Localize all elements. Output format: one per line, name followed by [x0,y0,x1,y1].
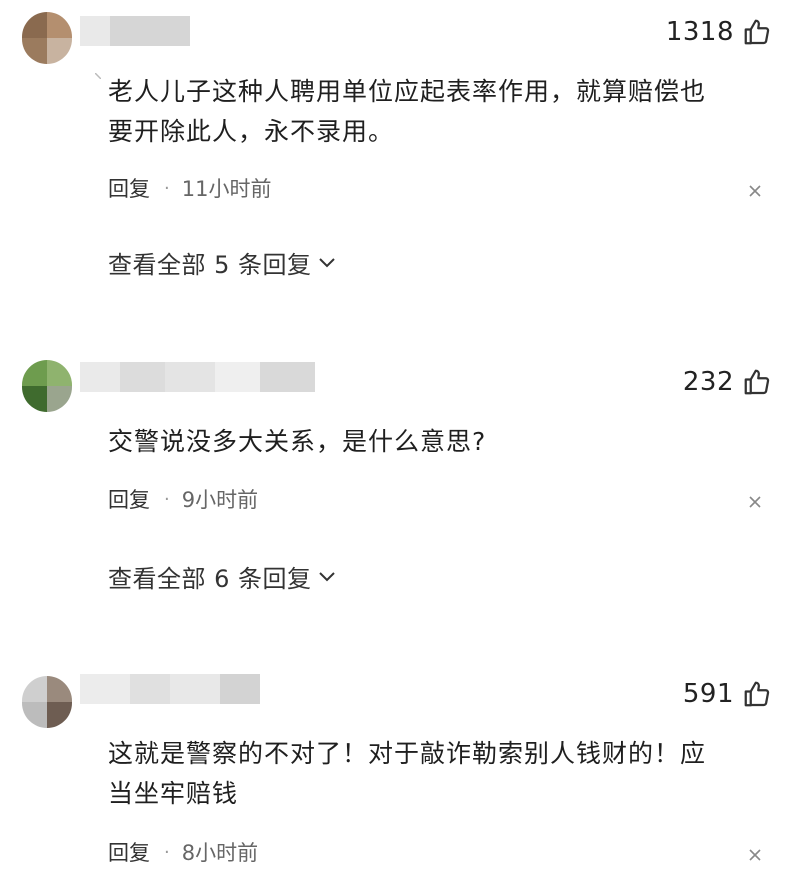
like-button[interactable]: 232 [683,364,772,400]
close-icon[interactable] [748,184,762,198]
thumbs-up-icon [744,681,770,707]
comment-text: 老人儿子这种人聘用单位应起表率作用，就算赔偿也 要开除此人，永不录用。 [108,77,707,146]
comment-item: 1318 老人儿子这种人聘用单位应起表率作用，就算赔偿也 要开除此人，永不录用。… [0,0,798,300]
like-count: 232 [682,367,734,397]
comment-meta: 回复 · 9小时前 [108,483,258,515]
comment-meta: 回复 · 11小时前 [108,172,271,204]
chevron-down-icon [318,572,335,582]
reply-button[interactable]: 回复 [108,837,150,867]
like-button[interactable]: 1318 [666,14,772,50]
comment-item: 591 这就是警察的不对了！对于敲诈勒索别人钱财的！应 当坐牢赔钱 回复 · 8… [0,660,798,876]
thumbs-up-icon [744,369,770,395]
username-blurred[interactable] [80,362,315,392]
username-blurred[interactable] [80,674,260,704]
separator-dot: · [164,488,170,510]
comment-text: 这就是警察的不对了！对于敲诈勒索别人钱财的！应 当坐牢赔钱 [108,739,707,808]
like-count: 1318 [665,17,734,47]
username-blurred[interactable] [80,16,190,46]
avatar[interactable] [22,360,72,412]
view-all-replies-button[interactable]: 查看全部 6 条回复 [108,559,336,593]
thumbs-up-icon [744,19,770,45]
like-count: 591 [682,679,734,709]
avatar[interactable] [22,12,72,64]
timestamp: 11小时前 [181,177,272,201]
like-button[interactable]: 591 [683,676,772,712]
timestamp: 8小时前 [181,841,259,865]
separator-dot: · [164,841,170,863]
close-icon[interactable] [748,495,762,509]
view-replies-label: 查看全部 6 条回复 [108,564,312,593]
comment-meta: 回复 · 8小时前 [108,836,258,868]
comment-item: 232 交警说没多大关系，是什么意思? 回复 · 9小时前 查看全部 6 条回复 [0,340,798,620]
avatar[interactable] [22,676,72,728]
separator-dot: · [164,177,170,199]
view-replies-label: 查看全部 5 条回复 [108,250,312,279]
chevron-down-icon [318,258,335,268]
view-all-replies-button[interactable]: 查看全部 5 条回复 [108,245,336,279]
comment-text: 交警说没多大关系，是什么意思? [108,427,487,456]
reply-button[interactable]: 回复 [108,173,150,203]
reply-button[interactable]: 回复 [108,484,150,514]
timestamp: 9小时前 [181,488,259,512]
quote-mark-icon [95,73,101,79]
close-icon[interactable] [748,848,762,862]
